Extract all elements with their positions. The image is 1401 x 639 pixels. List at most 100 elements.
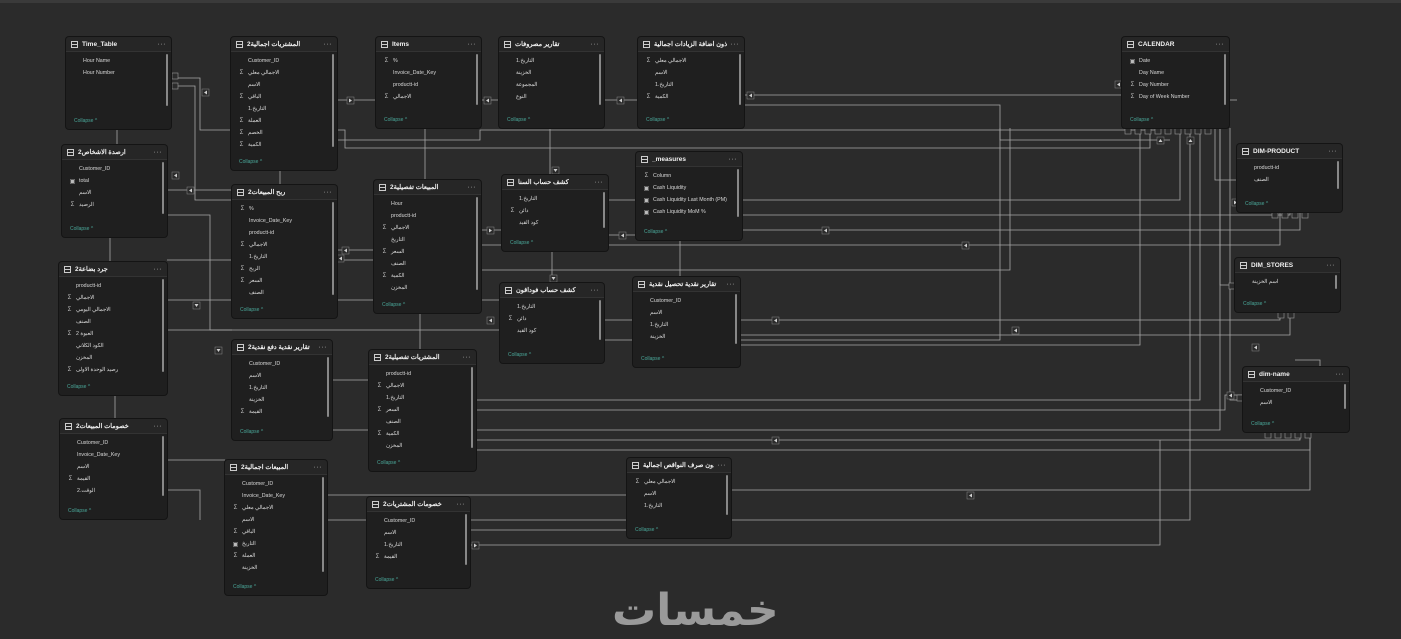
more-options-icon[interactable]: ··· [1336, 371, 1345, 378]
relationship-line[interactable] [476, 394, 1243, 411]
more-options-icon[interactable]: ··· [591, 287, 600, 294]
field-row[interactable]: Σ الاجمالي [59, 292, 167, 304]
table-card-header[interactable]: DIM_STORES ··· [1235, 258, 1340, 273]
field-row[interactable]: productt-id [232, 227, 337, 239]
collapse-button[interactable]: Collapse ^ [240, 429, 263, 435]
relationship-line[interactable] [731, 432, 1311, 491]
collapse-button[interactable]: Collapse ^ [508, 352, 531, 358]
field-row[interactable]: الاسم [367, 527, 470, 539]
table-card[interactable]: Items ··· Σ% Invoice_Date_Key productt-id Σ ال… [376, 37, 481, 128]
scrollbar[interactable] [332, 202, 334, 295]
field-row[interactable]: الكود الكلاني [59, 340, 167, 352]
field-row[interactable]: productt-id [1237, 162, 1342, 174]
field-row[interactable]: التاريخ.1 [500, 301, 604, 313]
field-row[interactable]: الاسم [231, 79, 337, 91]
field-row[interactable]: Σ Day Number [1122, 79, 1229, 91]
field-row[interactable]: Σ الاجمالي [369, 380, 476, 392]
relationship-line[interactable] [167, 214, 232, 331]
field-row[interactable]: Σ الاجمالي معلي [225, 502, 327, 514]
field-row[interactable]: Σ دائن [500, 313, 604, 325]
field-row[interactable]: التاريخ.1 [499, 55, 604, 67]
field-row[interactable]: الوقت.2 [60, 485, 167, 497]
field-row[interactable]: Customer_ID [633, 295, 740, 307]
model-canvas[interactable]: Time_Table ··· Hour Name Hour Number Collaps… [0, 0, 1401, 639]
field-row[interactable]: Σ الاجمالي معلي [638, 55, 744, 67]
collapse-button[interactable]: Collapse ^ [68, 508, 91, 514]
table-card[interactable]: ارصدة الاشخاص2 ··· Customer_ID ▣ total الاسم Σ… [62, 145, 167, 237]
field-row[interactable]: Customer_ID [232, 358, 332, 370]
scrollbar[interactable] [476, 197, 478, 290]
field-row[interactable]: التاريخ.1 [627, 500, 731, 512]
relationship-line[interactable] [1219, 128, 1235, 286]
collapse-button[interactable]: Collapse ^ [1130, 117, 1153, 123]
relationship-line[interactable] [476, 432, 1301, 441]
field-row[interactable]: الخزينة [232, 394, 332, 406]
more-options-icon[interactable]: ··· [154, 266, 163, 273]
scrollbar[interactable] [599, 300, 601, 340]
field-row[interactable]: Hour Name [66, 55, 171, 67]
field-row[interactable]: Day Name [1122, 67, 1229, 79]
field-row[interactable]: الصنف [369, 416, 476, 428]
more-options-icon[interactable]: ··· [718, 462, 727, 469]
table-card[interactable]: المشتريات تفصيلية2 ··· productt-id Σ الاجمال… [369, 350, 476, 471]
field-row[interactable]: المخزن [369, 440, 476, 452]
field-row[interactable]: Σ القيمة [60, 473, 167, 485]
table-card[interactable]: المشتريات اجمالية2 ··· Customer_ID Σ الاجمال… [231, 37, 337, 170]
table-card-header[interactable]: Time_Table ··· [66, 37, 171, 52]
more-options-icon[interactable]: ··· [595, 179, 604, 186]
field-row[interactable]: Σ% [232, 203, 337, 215]
field-row[interactable]: الخزينة [499, 67, 604, 79]
field-row[interactable]: الخزينة [633, 331, 740, 343]
scrollbar[interactable] [599, 54, 601, 105]
more-options-icon[interactable]: ··· [1216, 41, 1225, 48]
field-row[interactable]: المخزن [374, 282, 481, 294]
field-row[interactable]: Σ القيمة [367, 551, 470, 563]
field-row[interactable]: ▣ التاريخ [225, 538, 327, 550]
field-row[interactable]: Customer_ID [1243, 385, 1349, 397]
scrollbar[interactable] [166, 54, 168, 106]
table-card-header[interactable]: ربح المبيعات2 ··· [232, 185, 337, 200]
scrollbar[interactable] [1335, 275, 1337, 289]
scrollbar[interactable] [327, 357, 329, 417]
field-row[interactable]: الصنف [232, 287, 337, 299]
field-row[interactable]: ▣ Cash Liquidity [636, 182, 742, 194]
field-row[interactable]: الصنف [1237, 174, 1342, 186]
table-card[interactable]: DIM-PRODUCT ··· productt-id الصنف Collapse ^ [1237, 144, 1342, 212]
table-card[interactable]: تقارير نقدية دفع نقدية2 ··· Customer_ID الا… [232, 340, 332, 440]
table-card[interactable]: DIM_STORES ··· اسم الخزينة Collapse ^ [1235, 258, 1340, 312]
field-row[interactable]: الاسم [60, 461, 167, 473]
field-row[interactable]: Σ العملة [231, 115, 337, 127]
table-card[interactable]: خصومات المبيعات2 ··· Customer_ID Invoice_Da… [60, 419, 167, 519]
relationship-line[interactable] [740, 312, 1281, 321]
collapse-button[interactable]: Collapse ^ [375, 577, 398, 583]
relationship-line[interactable] [337, 129, 1160, 141]
more-options-icon[interactable]: ··· [468, 184, 477, 191]
scrollbar[interactable] [465, 514, 467, 565]
table-card-header[interactable]: خصومات المشتريات2 ··· [367, 497, 470, 512]
more-options-icon[interactable]: ··· [731, 41, 740, 48]
field-row[interactable]: Σ Day of Week Number [1122, 91, 1229, 103]
field-row[interactable]: Σ الاجمالي [374, 222, 481, 234]
field-row[interactable]: Σ الباقي [225, 526, 327, 538]
field-row[interactable]: Hour [374, 198, 481, 210]
field-row[interactable]: Σ دائن [502, 205, 608, 217]
table-card[interactable]: تقارير نقدية تحصيل نقدية ··· Customer_ID ال… [633, 277, 740, 367]
field-row[interactable]: productt-id [369, 368, 476, 380]
relationship-line[interactable] [744, 104, 1170, 141]
table-card[interactable]: كشف حساب فوداقون ··· التاريخ.1 Σ دائن كود الق… [500, 283, 604, 363]
table-card-header[interactable]: كشف حساب السنا ··· [502, 175, 608, 190]
field-row[interactable]: ▣ Date [1122, 55, 1229, 67]
collapse-button[interactable]: Collapse ^ [74, 118, 97, 124]
collapse-button[interactable]: Collapse ^ [1243, 301, 1266, 307]
more-options-icon[interactable]: ··· [319, 344, 328, 351]
table-card-header[interactable]: المشتريات اجمالية2 ··· [231, 37, 337, 52]
scrollbar[interactable] [332, 54, 334, 147]
table-card[interactable]: _measures ··· Σ Column ▣ Cash Liquidity ▣ Cash … [636, 152, 742, 240]
field-row[interactable]: التاريخ.1 [369, 392, 476, 404]
table-card-header[interactable]: تقارير نقدية دفع نقدية2 ··· [232, 340, 332, 355]
scrollbar[interactable] [471, 367, 473, 448]
field-row[interactable]: productt-id [59, 280, 167, 292]
collapse-button[interactable]: Collapse ^ [510, 240, 533, 246]
field-row[interactable]: الاسم [638, 67, 744, 79]
scrollbar[interactable] [726, 475, 728, 515]
